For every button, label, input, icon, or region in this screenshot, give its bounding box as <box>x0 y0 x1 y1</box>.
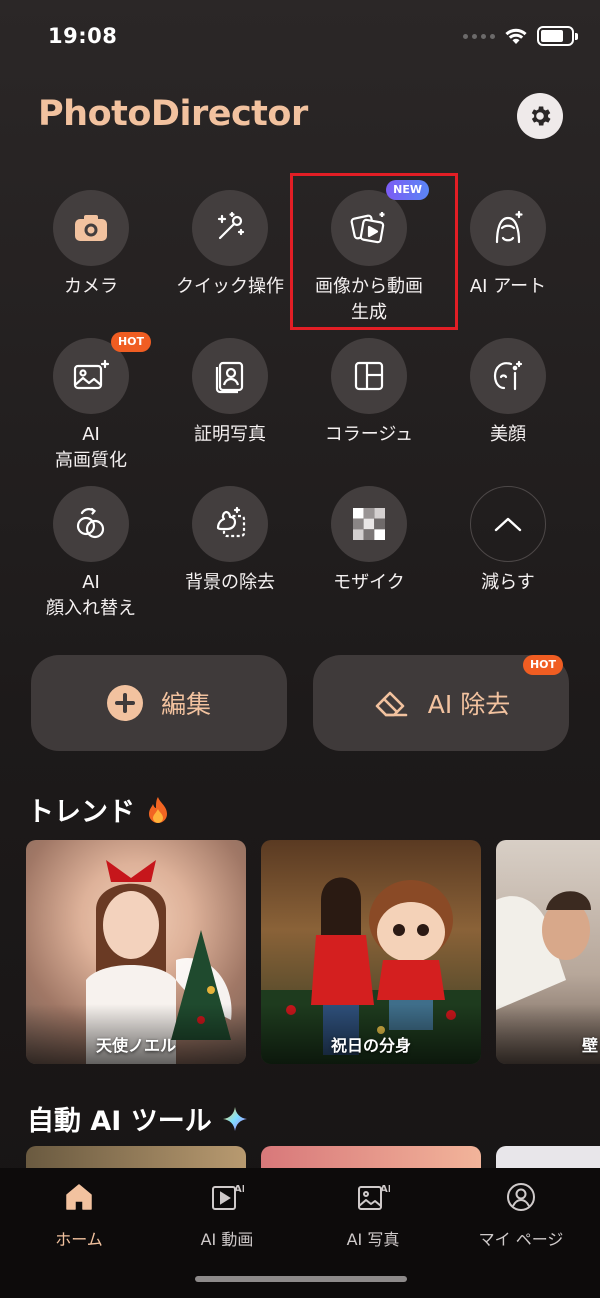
trend-title-text: トレンド <box>27 797 135 828</box>
magic-wand-icon <box>192 190 268 266</box>
ai-remove-button[interactable]: AI 除去 HOT <box>313 655 569 751</box>
tool-label: 証明写真 <box>194 424 266 445</box>
tool-ai-art[interactable]: AI アート <box>438 190 578 300</box>
home-indicator <box>195 1276 407 1282</box>
ai-art-icon <box>470 190 546 266</box>
tool-label: コラージュ <box>324 424 414 445</box>
plus-icon <box>106 685 143 721</box>
tab-label: マイ ページ <box>478 1230 564 1249</box>
tool-collapse[interactable]: 減らす <box>438 486 578 596</box>
tool-id-photo[interactable]: 証明写真 <box>160 338 300 448</box>
tool-mosaic[interactable]: モザイク <box>299 486 439 596</box>
edit-button[interactable]: 編集 <box>31 655 287 751</box>
fire-icon <box>149 796 167 823</box>
tab-label: AI 動画 <box>200 1230 254 1249</box>
wifi-icon <box>505 28 527 44</box>
trend-card[interactable]: 壁ド <box>496 840 600 1064</box>
eraser-icon <box>375 691 408 717</box>
tab-label: ホーム <box>55 1230 103 1249</box>
battery-icon <box>537 26 578 46</box>
tool-quick-actions[interactable]: クイック操作 <box>160 190 300 300</box>
tool-label: モザイク <box>333 572 405 593</box>
profile-icon <box>446 1178 596 1216</box>
home-icon <box>4 1178 154 1216</box>
settings-button[interactable] <box>517 93 563 139</box>
ai-photo-icon: AI <box>298 1178 448 1216</box>
trend-card-label: 祝日の分身 <box>330 1036 411 1055</box>
mosaic-icon <box>331 486 407 562</box>
tool-label: AI 高画質化 <box>55 424 127 471</box>
tab-ai-photo[interactable]: AI AI 写真 <box>298 1178 448 1250</box>
tab-ai-video[interactable]: AI AI 動画 <box>152 1178 302 1250</box>
tool-label: 背景の除去 <box>185 572 275 593</box>
tool-beauty[interactable]: 美顔 <box>438 338 578 448</box>
trend-card[interactable]: 祝日の分身 <box>261 840 481 1064</box>
camera-icon <box>53 190 129 266</box>
svg-text:AI: AI <box>380 1184 390 1195</box>
tab-home[interactable]: ホーム <box>4 1178 154 1250</box>
hot-badge: HOT <box>522 655 563 675</box>
tool-camera[interactable]: カメラ <box>21 190 161 300</box>
status-icons <box>463 26 578 46</box>
chevron-up-icon <box>470 486 546 562</box>
image-enhance-icon: HOT <box>53 332 151 414</box>
face-swap-icon <box>53 486 129 562</box>
tab-label: AI 写真 <box>346 1230 400 1249</box>
highlight-annotation-box <box>290 173 458 330</box>
ai-remove-button-label: AI 除去 <box>427 690 511 719</box>
trend-card-label: 壁ド <box>581 1036 600 1055</box>
trend-section-title: トレンド <box>27 790 171 829</box>
auto-ai-title-text: 自動 AI ツール <box>27 1106 212 1137</box>
tool-label: 減らす <box>481 572 535 593</box>
status-time: 19:08 <box>48 24 118 48</box>
auto-ai-section-title: 自動 AI ツール <box>27 1099 248 1138</box>
tool-label: クイック操作 <box>176 276 284 297</box>
gear-icon <box>531 106 551 126</box>
hot-badge: HOT <box>110 332 151 352</box>
trend-card[interactable]: 天使ノエル <box>26 840 246 1064</box>
svg-text:AI: AI <box>234 1184 244 1195</box>
ai-video-icon: AI <box>152 1178 302 1216</box>
sparkle-icon <box>222 1106 247 1131</box>
tool-label: カメラ <box>64 276 118 297</box>
beauty-face-icon <box>470 338 546 414</box>
tool-label: AI 顔入れ替え <box>46 572 136 619</box>
cellular-signal-icon <box>463 33 495 39</box>
app-title: PhotoDirector <box>38 94 308 134</box>
tool-label: 美顔 <box>490 424 526 445</box>
background-remove-icon <box>192 486 268 562</box>
tool-label: AI アート <box>469 276 547 297</box>
id-photo-icon <box>192 338 268 414</box>
edit-button-label: 編集 <box>160 690 211 719</box>
tool-background-removal[interactable]: 背景の除去 <box>160 486 300 596</box>
tool-ai-enhance[interactable]: HOT AI 高画質化 <box>21 332 161 474</box>
tab-my-page[interactable]: マイ ページ <box>446 1178 596 1250</box>
tool-collage[interactable]: コラージュ <box>299 338 439 448</box>
trend-card-label: 天使ノエル <box>95 1036 176 1055</box>
tool-face-swap[interactable]: AI 顔入れ替え <box>21 486 161 622</box>
collage-icon <box>331 338 407 414</box>
